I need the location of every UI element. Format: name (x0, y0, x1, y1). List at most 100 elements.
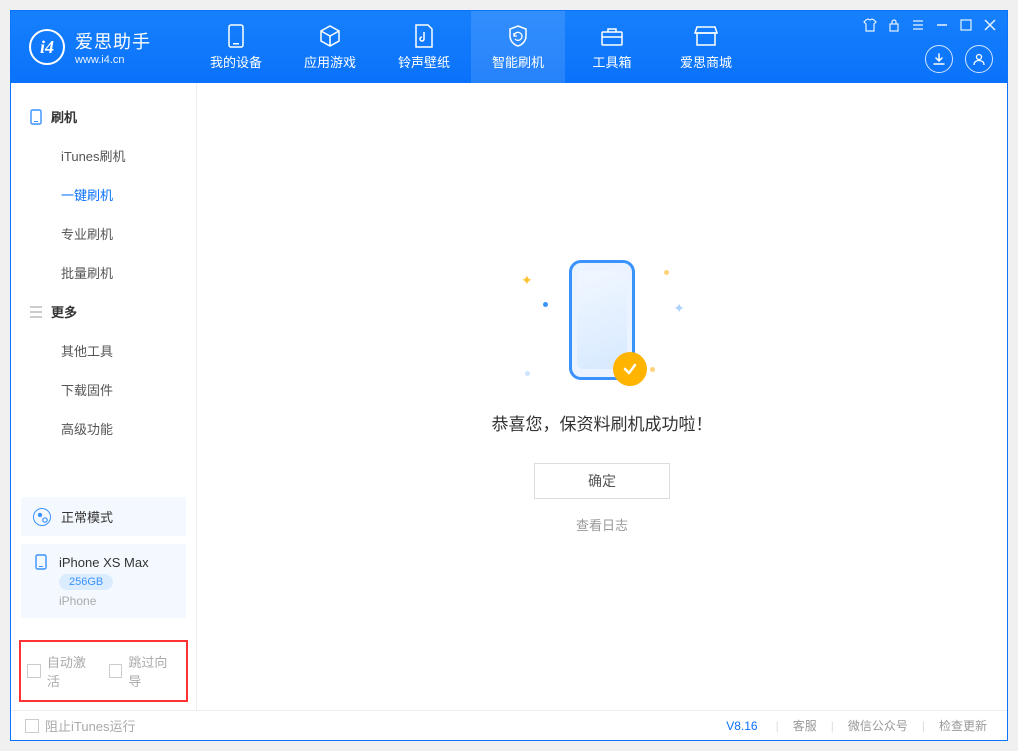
tshirt-icon[interactable] (861, 16, 879, 34)
nav-label: 智能刷机 (492, 52, 544, 71)
logo-text: 爱思助手 www.i4.cn (75, 28, 151, 66)
footer-link-wechat[interactable]: 微信公众号 (842, 717, 914, 734)
checkbox-auto-activate[interactable]: 自动激活 (27, 652, 99, 690)
toolbox-icon (600, 24, 624, 48)
phone-icon (33, 554, 49, 570)
shield-refresh-icon (506, 24, 530, 48)
device-card[interactable]: iPhone XS Max 256GB iPhone (21, 544, 186, 618)
success-message: 恭喜您，保资料刷机成功啦！ (492, 410, 713, 435)
device-capacity-badge: 256GB (59, 574, 113, 590)
window-controls (861, 16, 999, 34)
sidebar-item-oneclick-flash[interactable]: 一键刷机 (11, 175, 196, 214)
separator: | (922, 719, 925, 733)
mode-icon (33, 508, 51, 526)
minimize-button[interactable] (933, 16, 951, 34)
checkbox-icon[interactable] (109, 664, 123, 678)
device-icon (228, 24, 244, 48)
device-type: iPhone (59, 594, 96, 608)
app-window: i4 爱思助手 www.i4.cn 我的设备 应用游戏 (10, 10, 1008, 741)
body: 刷机 iTunes刷机 一键刷机 专业刷机 批量刷机 更多 其他工具 下载固件 … (11, 83, 1007, 710)
sparkle-icon: ✦ (521, 272, 533, 289)
checkbox-skip-wizard[interactable]: 跳过向导 (109, 652, 181, 690)
brand-url: www.i4.cn (75, 54, 151, 66)
ok-button[interactable]: 确定 (534, 463, 670, 499)
sidebar-item-label: 专业刷机 (61, 227, 113, 242)
checkbox-label: 阻止iTunes运行 (45, 716, 136, 735)
sidebar: 刷机 iTunes刷机 一键刷机 专业刷机 批量刷机 更多 其他工具 下载固件 … (11, 83, 197, 710)
nav-label: 我的设备 (210, 52, 262, 71)
topbar: i4 爱思助手 www.i4.cn 我的设备 应用游戏 (11, 11, 1007, 83)
music-file-icon (414, 24, 434, 48)
lock-icon[interactable] (885, 16, 903, 34)
ok-button-label: 确定 (588, 473, 616, 489)
check-badge-icon (613, 352, 647, 386)
sidebar-item-advanced[interactable]: 高级功能 (11, 409, 196, 448)
nav-tab-toolbox[interactable]: 工具箱 (565, 11, 659, 83)
sidebar-item-label: iTunes刷机 (61, 149, 126, 164)
main-content: ✦ ✦ 恭喜您，保资料刷机成功啦！ 确定 查看日志 (197, 83, 1007, 710)
sidebar-item-batch-flash[interactable]: 批量刷机 (11, 253, 196, 292)
logo-block: i4 爱思助手 www.i4.cn (11, 11, 169, 83)
download-button[interactable] (925, 45, 953, 73)
menu-icon[interactable] (909, 16, 927, 34)
sidebar-item-label: 高级功能 (61, 422, 113, 437)
logo-icon: i4 (29, 29, 65, 65)
checkbox-stop-itunes[interactable]: 阻止iTunes运行 (25, 716, 136, 735)
nav-tab-store[interactable]: 爱思商城 (659, 11, 753, 83)
checkbox-icon[interactable] (25, 719, 39, 733)
list-icon (29, 305, 43, 319)
footer-link-support[interactable]: 客服 (787, 717, 823, 734)
nav-tab-device[interactable]: 我的设备 (189, 11, 283, 83)
nav-tabs: 我的设备 应用游戏 铃声壁纸 智能刷机 (189, 11, 753, 83)
sidebar-group-label: 刷机 (51, 107, 77, 126)
sidebar-group-flash: 刷机 (11, 97, 196, 136)
sidebar-scroll[interactable]: 刷机 iTunes刷机 一键刷机 专业刷机 批量刷机 更多 其他工具 下载固件 … (11, 83, 196, 491)
sidebar-group-label: 更多 (51, 302, 77, 321)
sidebar-item-label: 其他工具 (61, 344, 113, 359)
cube-icon (318, 24, 342, 48)
footer: 阻止iTunes运行 V8.16 | 客服 | 微信公众号 | 检查更新 (11, 710, 1007, 740)
sidebar-highlight-box: 自动激活 跳过向导 (19, 640, 188, 702)
close-button[interactable] (981, 16, 999, 34)
nav-tab-ringtones[interactable]: 铃声壁纸 (377, 11, 471, 83)
nav-label: 应用游戏 (304, 52, 356, 71)
dot-icon (650, 367, 655, 372)
nav-tab-flash[interactable]: 智能刷机 (471, 11, 565, 83)
view-log-label: 查看日志 (576, 518, 628, 533)
device-name: iPhone XS Max (59, 555, 149, 570)
sidebar-item-itunes-flash[interactable]: iTunes刷机 (11, 136, 196, 175)
version-label: V8.16 (726, 719, 757, 733)
success-illustration: ✦ ✦ (569, 260, 635, 380)
mode-label: 正常模式 (61, 507, 113, 526)
sidebar-item-other-tools[interactable]: 其他工具 (11, 331, 196, 370)
dot-icon (525, 371, 530, 376)
phone-outline-icon (29, 110, 43, 124)
sidebar-item-label: 批量刷机 (61, 266, 113, 281)
sidebar-item-download-firmware[interactable]: 下载固件 (11, 370, 196, 409)
topbar-right-circles (925, 45, 993, 73)
dot-icon (664, 270, 669, 275)
separator: | (831, 719, 834, 733)
sidebar-item-label: 一键刷机 (61, 188, 113, 203)
nav-label: 铃声壁纸 (398, 52, 450, 71)
mode-card[interactable]: 正常模式 (21, 497, 186, 536)
checkbox-label: 跳过向导 (128, 652, 180, 690)
sidebar-item-label: 下载固件 (61, 383, 113, 398)
sparkle-icon: ✦ (673, 300, 685, 317)
profile-button[interactable] (965, 45, 993, 73)
store-icon (694, 24, 718, 48)
nav-tab-apps[interactable]: 应用游戏 (283, 11, 377, 83)
sidebar-group-more: 更多 (11, 292, 196, 331)
device-cards: 正常模式 iPhone XS Max 256GB iPhone (11, 491, 196, 632)
checkbox-icon[interactable] (27, 664, 41, 678)
footer-link-update[interactable]: 检查更新 (933, 717, 993, 734)
nav-label: 工具箱 (592, 52, 631, 71)
view-log-link[interactable]: 查看日志 (576, 515, 628, 534)
checkbox-label: 自动激活 (47, 652, 99, 690)
separator: | (776, 719, 779, 733)
sidebar-item-pro-flash[interactable]: 专业刷机 (11, 214, 196, 253)
nav-label: 爱思商城 (680, 52, 732, 71)
maximize-button[interactable] (957, 16, 975, 34)
dot-icon (543, 302, 548, 307)
footer-left: 阻止iTunes运行 (25, 716, 136, 735)
